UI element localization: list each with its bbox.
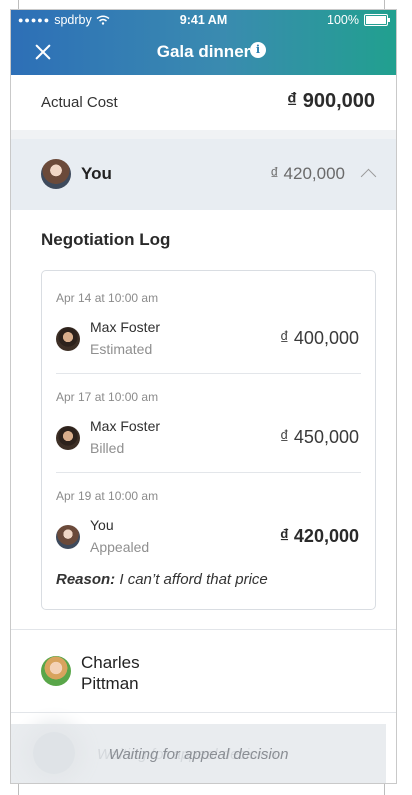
log-entry: Apr 17 at 10:00 am Max Foster Billed ₫ 4… — [42, 370, 375, 469]
log-entry-date: Apr 19 at 10:00 am — [56, 489, 159, 503]
log-entry-author: You — [90, 517, 114, 533]
appeal-status-text: Waiting for appeal decision — [108, 746, 289, 763]
log-entry-status: Estimated — [90, 341, 153, 357]
status-bar: ●●●●● spdrby 9:41 AM 100% — [11, 10, 396, 30]
log-entry: Apr 14 at 10:00 am Max Foster Estimated … — [42, 271, 375, 370]
actual-cost-value: ₫ 900,000 — [286, 90, 375, 112]
nav-bar: Gala dinner i — [11, 30, 396, 75]
negotiation-log-title: Negotiation Log — [41, 230, 171, 249]
reason-label: Reason: — [56, 571, 116, 588]
avatar-max-foster — [56, 327, 80, 351]
participant-amount: ₫ 420,000 — [270, 164, 345, 183]
appeal-status-bar: Waiting for appeal decision Waiting for … — [11, 724, 386, 783]
header: ●●●●● spdrby 9:41 AM 100% Gala dinner i — [11, 10, 396, 75]
participant-name: You — [81, 164, 112, 183]
log-entry-date: Apr 17 at 10:00 am — [56, 390, 159, 404]
log-entry-date: Apr 14 at 10:00 am — [56, 291, 159, 305]
battery-status: 100% — [327, 13, 390, 27]
log-entry: Apr 19 at 10:00 am You Appealed ₫ 420,00… — [42, 469, 375, 568]
actual-cost-row: Actual Cost ₫ 900,000 — [11, 75, 396, 130]
appeal-reason: Reason: I can’t afford that price — [56, 571, 268, 588]
negotiation-log-card: Apr 14 at 10:00 am Max Foster Estimated … — [41, 270, 376, 610]
log-entry-amount: ₫ 420,000 — [279, 526, 359, 546]
row-divider — [11, 712, 396, 713]
info-icon[interactable]: i — [250, 42, 266, 58]
phone-screen: ●●●●● spdrby 9:41 AM 100% Gala dinner i … — [10, 9, 397, 784]
participant-row-charles[interactable]: Charles Pittman — [11, 630, 396, 712]
log-entry-author: Max Foster — [90, 319, 161, 335]
avatar-you — [41, 159, 71, 189]
log-entry-amount: ₫ 400,000 — [279, 328, 359, 348]
log-entry-author: Max Foster — [90, 418, 161, 434]
avatar-charles-pittman — [41, 656, 71, 686]
battery-percent: 100% — [327, 13, 359, 27]
log-entry-status: Billed — [90, 440, 125, 456]
log-entry-status: Appealed — [90, 539, 150, 555]
avatar-you — [56, 525, 80, 549]
page-title: Gala dinner — [156, 42, 251, 61]
participant-row-you[interactable]: You ₫ 420,000 — [11, 139, 396, 210]
log-entry-amount: ₫ 450,000 — [279, 427, 359, 447]
section-gap — [11, 130, 396, 139]
battery-icon — [364, 14, 390, 26]
participant-name: Charles Pittman — [81, 653, 140, 693]
actual-cost-label: Actual Cost — [41, 94, 118, 111]
chevron-up-icon[interactable] — [360, 168, 377, 185]
avatar-max-foster — [56, 426, 80, 450]
reason-text: I can’t afford that price — [119, 571, 268, 588]
